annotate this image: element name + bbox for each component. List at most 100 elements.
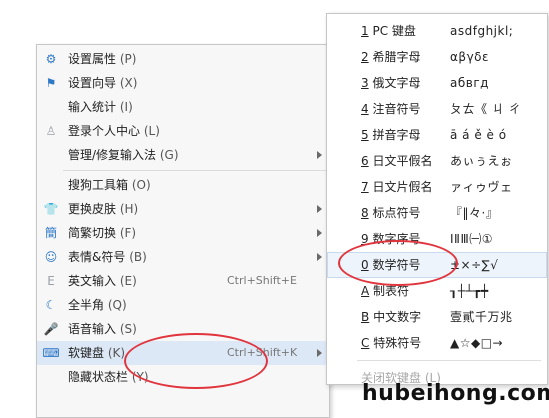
- submenu-item-preview: ァィゥヴェ: [450, 180, 513, 194]
- submenu-item-preview: ▲☆◆□→: [450, 336, 504, 350]
- menu-item-accelerator: (O): [131, 178, 151, 192]
- menu-item-label: 设置向导 (X): [68, 71, 137, 95]
- submenu-item-preview: 壹貳千万兆: [450, 310, 513, 324]
- menu-item-text: 语音输入: [68, 322, 117, 336]
- menu-item-text: 设置属性: [68, 52, 117, 66]
- menu-item-label: 设置属性 (P): [68, 47, 136, 71]
- submenu-item-6[interactable]: 6 日文平假名 あぃぅえぉ: [327, 148, 547, 174]
- submenu-item-7[interactable]: 7 日文片假名 ァィゥヴェ: [327, 174, 547, 200]
- submenu-item-5[interactable]: 5 拼音字母 ā á ě è ó: [327, 122, 547, 148]
- menu-item-label: 语音输入 (S): [68, 317, 137, 341]
- submenu-item-preview: asdfghjkl;: [450, 24, 514, 38]
- submenu-item-label: 3 俄文字母: [361, 70, 420, 96]
- menu-item-8[interactable]: 簡简繁切换 (F): [37, 221, 329, 245]
- submenu-item-text: 拼音字母: [372, 128, 421, 142]
- submenu-item-preview: абвгд: [450, 76, 489, 90]
- submenu-item-number: C: [361, 336, 370, 350]
- submenu-item-9[interactable]: 9 数字序号 ⅠⅡⅢ㈠①: [327, 226, 547, 252]
- submenu-item-preview: ±×÷∑√: [450, 258, 499, 272]
- submenu-item-number: 7: [361, 180, 369, 194]
- submenu-item-C[interactable]: C 特殊符号 ▲☆◆□→: [327, 330, 547, 356]
- submenu-item-text: 日文片假名: [372, 180, 433, 194]
- menu-item-12[interactable]: 🎤 语音输入 (S): [37, 317, 329, 341]
- menu-item-shortcut: Ctrl+Shift+E: [227, 274, 297, 287]
- moon-icon: ☾: [45, 298, 57, 312]
- keyboard-icon: ⌨: [42, 346, 60, 360]
- submenu-item-number: 2: [361, 50, 369, 64]
- menu-item-text: 表情&符号: [68, 250, 126, 264]
- menu-item-accelerator: (P): [119, 52, 137, 66]
- submenu-item-A[interactable]: A 制表符 ┒┼┴┲┿: [327, 278, 547, 304]
- menu-item-text: 简繁切换: [68, 226, 117, 240]
- submenu-item-text: 日文平假名: [372, 154, 433, 168]
- submenu-item-text: 俄文字母: [372, 76, 421, 90]
- submenu-item-preview: ⅠⅡⅢ㈠①: [450, 232, 493, 246]
- menu-item-1[interactable]: ⚙ 设置属性 (P): [37, 47, 329, 71]
- menu-item-text: 登录个人中心: [68, 124, 141, 138]
- menu-item-text: 英文输入: [68, 274, 117, 288]
- menu-item-label: 搜狗工具箱 (O): [68, 173, 151, 197]
- submenu-item-label: 0 数学符号: [361, 252, 420, 278]
- submenu-arrow-icon: [317, 229, 322, 237]
- submenu-item-text: 数学符号: [372, 258, 421, 272]
- submenu-item-4[interactable]: 4 注音符号 ㄆㄊ《 ㄐ ㄔ: [327, 96, 547, 122]
- submenu-divider: [357, 360, 541, 361]
- submenu-item-text: 特殊符号: [373, 336, 422, 350]
- menu-item-5[interactable]: 管理/修复输入法 (G): [37, 143, 329, 167]
- menu-item-label: 英文输入 (E): [68, 269, 137, 293]
- submenu-item-label: A 制表符: [361, 278, 409, 304]
- menu-item-label: 软键盘 (K): [68, 341, 125, 365]
- menu-item-6[interactable]: 搜狗工具箱 (O): [37, 173, 329, 197]
- submenu-item-text: 希腊字母: [372, 50, 421, 64]
- submenu-item-number: 8: [361, 206, 369, 220]
- menu-item-text: 隐藏状态栏: [68, 370, 129, 384]
- submenu-item-text: 数字序号: [372, 232, 421, 246]
- submenu-item-B[interactable]: B 中文数字 壹貳千万兆: [327, 304, 547, 330]
- submenu-item-3[interactable]: 3 俄文字母 абвгд: [327, 70, 547, 96]
- submenu-item-preview: ㄆㄊ《 ㄐ ㄔ: [450, 102, 522, 116]
- submenu-item-label: 2 希腊字母: [361, 44, 420, 70]
- shirt-icon: 👕: [43, 202, 59, 216]
- submenu-arrow-icon: [317, 253, 322, 261]
- submenu-arrow-icon: [317, 349, 322, 357]
- submenu-item-8[interactable]: 8 标点符号 『‖々·』: [327, 200, 547, 226]
- submenu-item-1[interactable]: 1 PC 键盘 asdfghjkl;: [327, 18, 547, 44]
- menu-item-3[interactable]: 输入统计 (I): [37, 95, 329, 119]
- submenu-item-number: 4: [361, 102, 369, 116]
- context-menu: ⚙ 设置属性 (P) ⚑ 设置向导 (X) 输入统计 (I) ♙ 登录个人中心 (L) 管理/…: [36, 44, 330, 418]
- menu-item-11[interactable]: ☾ 全半角 (Q): [37, 293, 329, 317]
- traditional-chinese-icon: 簡: [44, 226, 57, 240]
- smiley-icon: ☺: [44, 250, 58, 264]
- submenu-item-text: 中文数字: [373, 310, 422, 324]
- submenu-item-number: A: [361, 284, 370, 298]
- menu-item-accelerator: (I): [119, 100, 133, 114]
- menu-item-10[interactable]: E 英文输入 (E) Ctrl+Shift+E: [37, 269, 329, 293]
- menu-item-accelerator: (Q): [107, 298, 127, 312]
- submenu-item-number: 3: [361, 76, 369, 90]
- watermark: hubeihong.com: [362, 381, 549, 406]
- menu-item-14[interactable]: 隐藏状态栏 (Y): [37, 365, 329, 389]
- submenu-item-preview: ┒┼┴┲┿: [450, 284, 489, 298]
- menu-item-4[interactable]: ♙ 登录个人中心 (L): [37, 119, 329, 143]
- user-icon: ♙: [45, 124, 57, 138]
- menu-item-13[interactable]: ⌨ 软键盘 (K) Ctrl+Shift+K: [37, 341, 329, 365]
- menu-item-label: 登录个人中心 (L): [68, 119, 160, 143]
- submenu-item-0[interactable]: 0 数学符号 ±×÷∑√: [327, 252, 547, 278]
- english-icon: E: [47, 274, 55, 288]
- menu-item-9[interactable]: ☺ 表情&符号 (B): [37, 245, 329, 269]
- menu-item-text: 软键盘: [68, 346, 105, 360]
- submenu-item-preview: 『‖々·』: [450, 206, 499, 220]
- submenu-item-label: 1 PC 键盘: [361, 18, 416, 44]
- submenu-arrow-icon: [317, 205, 322, 213]
- submenu-item-label: 7 日文片假名: [361, 174, 432, 200]
- menu-item-2[interactable]: ⚑ 设置向导 (X): [37, 71, 329, 95]
- menu-item-shortcut: Ctrl+Shift+K: [227, 346, 298, 359]
- menu-item-accelerator: (G): [159, 148, 179, 162]
- menu-item-7[interactable]: 👕 更换皮肤 (H): [37, 197, 329, 221]
- submenu-item-text: 注音符号: [372, 102, 421, 116]
- menu-item-label: 全半角 (Q): [68, 293, 127, 317]
- submenu-item-text: 标点符号: [372, 206, 421, 220]
- submenu-item-preview: ā á ě è ó: [450, 128, 507, 142]
- submenu-item-number: 0: [361, 258, 369, 272]
- submenu-item-2[interactable]: 2 希腊字母 αβγδε: [327, 44, 547, 70]
